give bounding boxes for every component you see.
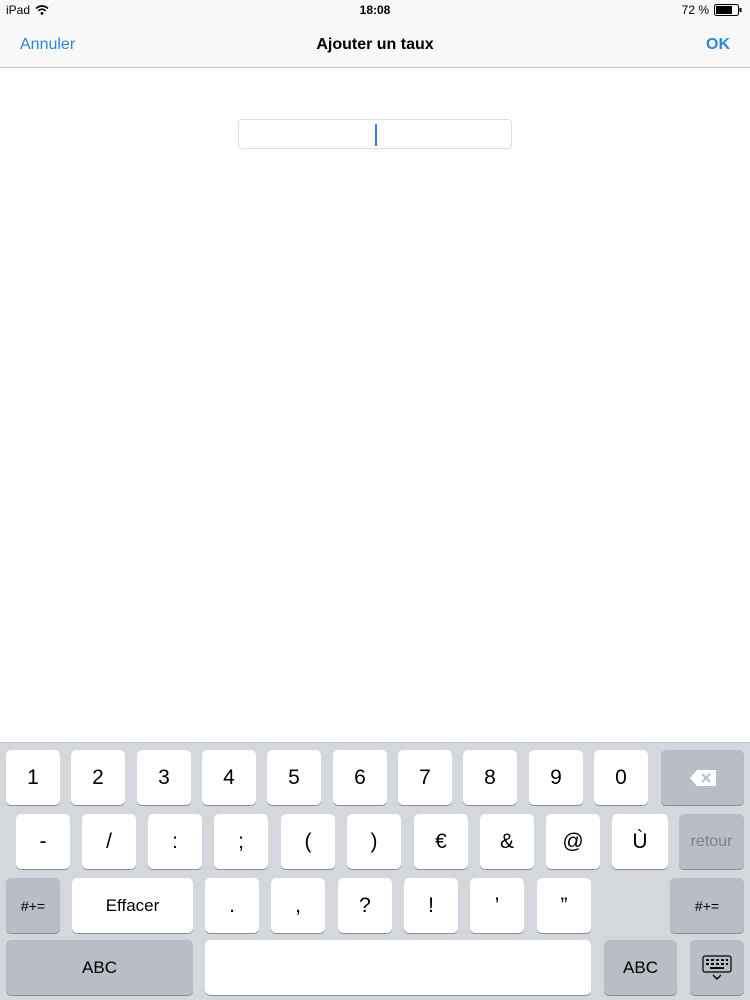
key-8[interactable]: 8 [463,750,517,805]
hide-keyboard-key[interactable] [690,940,744,995]
abc-key-right[interactable]: ABC [604,940,677,995]
key-open-paren[interactable]: ( [281,814,335,869]
symbols-key-left[interactable]: #+= [6,878,60,933]
backspace-key[interactable] [661,750,744,805]
key-apostrophe[interactable]: ’ [470,878,524,933]
key-1[interactable]: 1 [6,750,60,805]
status-right: 72 % [682,3,742,17]
rate-input[interactable] [238,119,512,149]
hide-keyboard-icon [702,954,732,980]
key-semicolon[interactable]: ; [214,814,268,869]
battery-percent: 72 % [681,3,709,17]
clear-key[interactable]: Effacer [72,878,193,933]
key-5[interactable]: 5 [267,750,321,805]
key-u-grave[interactable]: Ù [612,814,668,869]
key-9[interactable]: 9 [529,750,583,805]
key-question[interactable]: ? [338,878,392,933]
space-key[interactable] [205,940,591,995]
key-7[interactable]: 7 [398,750,452,805]
key-at[interactable]: @ [546,814,600,869]
key-quote[interactable]: ” [537,878,591,933]
key-exclamation[interactable]: ! [404,878,458,933]
backspace-icon [689,769,716,786]
key-period[interactable]: . [205,878,259,933]
abc-key-left[interactable]: ABC [6,940,193,995]
text-caret [375,124,377,146]
symbols-key-right[interactable]: #+= [670,878,744,933]
status-bar: iPad 18:08 72 % [0,0,750,22]
status-time: 18:08 [359,3,391,17]
key-euro[interactable]: € [414,814,468,869]
key-ampersand[interactable]: & [480,814,534,869]
key-4[interactable]: 4 [202,750,256,805]
key-comma[interactable]: , [271,878,325,933]
nav-bar: Annuler Ajouter un taux OK [0,22,750,68]
ok-button[interactable]: OK [706,36,730,54]
key-colon[interactable]: : [148,814,202,869]
key-6[interactable]: 6 [333,750,387,805]
key-hyphen[interactable]: - [16,814,70,869]
key-0[interactable]: 0 [594,750,648,805]
keyboard: 1 2 3 4 5 6 7 8 9 0 - / : ; ( ) € & @ Ù … [0,742,750,1000]
key-close-paren[interactable]: ) [347,814,401,869]
return-key[interactable]: retour [679,814,744,869]
key-3[interactable]: 3 [137,750,191,805]
key-slash[interactable]: / [82,814,136,869]
key-2[interactable]: 2 [71,750,125,805]
battery-icon [714,4,742,16]
page-title: Ajouter un taux [316,36,434,53]
